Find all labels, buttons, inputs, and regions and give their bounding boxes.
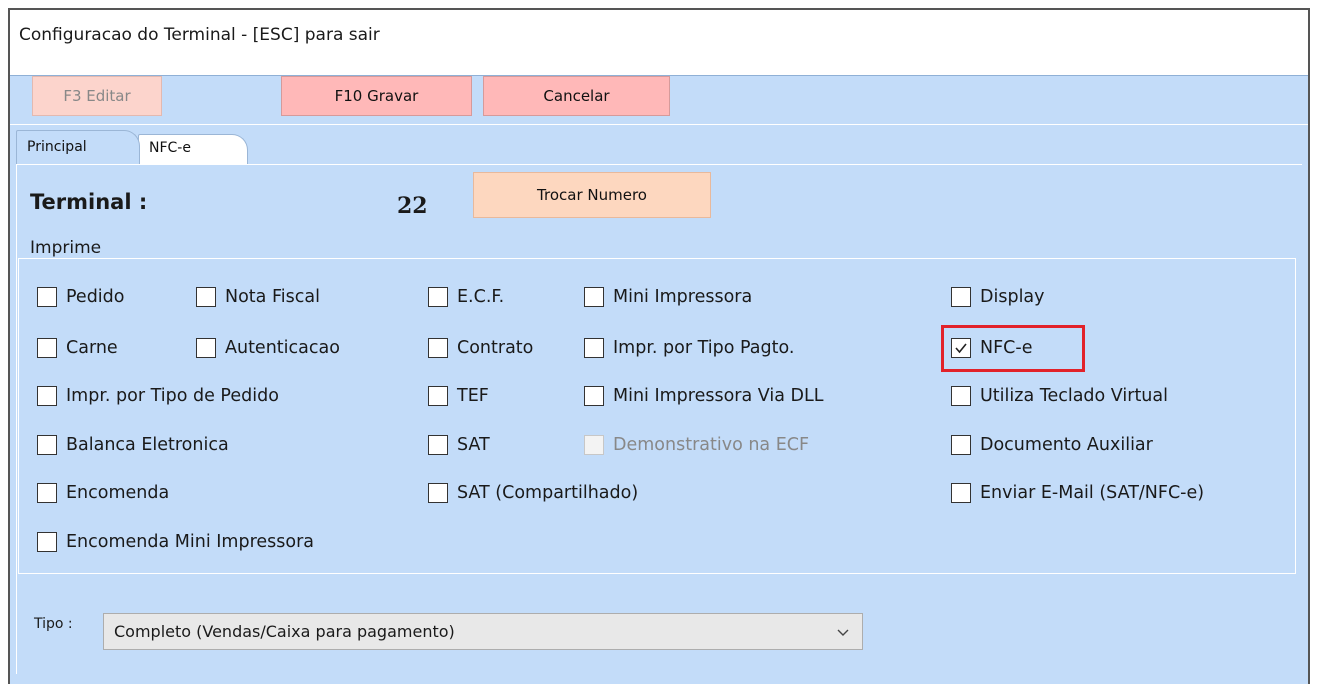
checkbox-box[interactable]	[37, 386, 57, 406]
checkbox-label: Display	[980, 287, 1045, 307]
checkbox-box[interactable]	[428, 287, 448, 307]
checkbox-label: Balanca Eletronica	[66, 435, 229, 455]
checkbox-label: Mini Impressora Via DLL	[613, 386, 824, 406]
checkbox-impr-por-tipo-de-pedido[interactable]: Impr. por Tipo de Pedido	[37, 386, 279, 406]
checkbox-encomenda-mini-impressora[interactable]: Encomenda Mini Impressora	[37, 532, 314, 552]
tab-principal[interactable]: Principal	[16, 130, 140, 164]
checkbox-label: Documento Auxiliar	[980, 435, 1153, 455]
checkbox-e-c-f[interactable]: E.C.F.	[428, 287, 504, 307]
checkbox-box[interactable]	[951, 287, 971, 307]
checkbox-box[interactable]	[584, 386, 604, 406]
checkbox-box[interactable]	[951, 435, 971, 455]
checkbox-label: Impr. por Tipo Pagto.	[613, 338, 795, 358]
checkbox-box[interactable]	[37, 483, 57, 503]
nfce-highlight-box	[941, 325, 1085, 372]
checkbox-box[interactable]	[951, 483, 971, 503]
checkbox-documento-auxiliar[interactable]: Documento Auxiliar	[951, 435, 1153, 455]
tab-nfce[interactable]: NFC-e	[138, 134, 248, 164]
checkbox-nota-fiscal[interactable]: Nota Fiscal	[196, 287, 320, 307]
checkbox-mini-impressora[interactable]: Mini Impressora	[584, 287, 752, 307]
imprime-label: Imprime	[30, 238, 102, 258]
terminal-number: 22	[397, 193, 428, 219]
checkbox-label: Mini Impressora	[613, 287, 753, 307]
terminal-label: Terminal :	[30, 190, 148, 214]
checkbox-label: Contrato	[457, 338, 534, 358]
checkbox-contrato[interactable]: Contrato	[428, 338, 533, 358]
checkbox-utiliza-teclado-virtual[interactable]: Utiliza Teclado Virtual	[951, 386, 1168, 406]
checkbox-sat[interactable]: SAT	[428, 435, 490, 455]
checkbox-mini-impressora-via-dll[interactable]: Mini Impressora Via DLL	[584, 386, 824, 406]
checkbox-encomenda[interactable]: Encomenda	[37, 483, 169, 503]
checkbox-label: SAT (Compartilhado)	[457, 483, 639, 503]
checkbox-box[interactable]	[428, 386, 448, 406]
tipo-select[interactable]: Completo (Vendas/Caixa para pagamento)	[103, 613, 863, 650]
checkbox-box[interactable]	[584, 287, 604, 307]
checkbox-box[interactable]	[584, 338, 604, 358]
checkbox-sat-compartilhado[interactable]: SAT (Compartilhado)	[428, 483, 638, 503]
checkbox-carne[interactable]: Carne	[37, 338, 118, 358]
tipo-selected-value: Completo (Vendas/Caixa para pagamento)	[114, 622, 455, 641]
checkbox-box[interactable]	[37, 287, 57, 307]
toolbar: F3 Editar F10 Gravar Cancelar	[10, 66, 1308, 125]
cancel-button[interactable]: Cancelar	[483, 76, 670, 116]
checkbox-label: Nota Fiscal	[225, 287, 320, 307]
checkbox-label: Encomenda	[66, 483, 170, 503]
checkbox-box[interactable]	[196, 338, 216, 358]
checkbox-demonstrativo-na-ecf: Demonstrativo na ECF	[584, 435, 809, 455]
checkbox-box[interactable]	[428, 483, 448, 503]
checkbox-label: Enviar E-Mail (SAT/NFC-e)	[980, 483, 1205, 503]
save-button[interactable]: F10 Gravar	[281, 76, 472, 116]
checkbox-box[interactable]	[196, 287, 216, 307]
checkbox-box[interactable]	[37, 435, 57, 455]
checkbox-label: Pedido	[66, 287, 125, 307]
change-number-button[interactable]: Trocar Numero	[473, 172, 711, 218]
chevron-down-icon	[836, 624, 850, 643]
checkbox-box[interactable]	[37, 338, 57, 358]
checkbox-box[interactable]	[428, 338, 448, 358]
checkbox-box	[584, 435, 604, 455]
checkbox-box[interactable]	[428, 435, 448, 455]
checkbox-label: SAT	[457, 435, 490, 455]
checkbox-label: Encomenda Mini Impressora	[66, 532, 315, 552]
checkbox-pedido[interactable]: Pedido	[37, 287, 124, 307]
checkbox-display[interactable]: Display	[951, 287, 1045, 307]
checkbox-label: Utiliza Teclado Virtual	[980, 386, 1168, 406]
checkbox-label: Impr. por Tipo de Pedido	[66, 386, 279, 406]
checkbox-box[interactable]	[37, 532, 57, 552]
checkbox-autenticacao[interactable]: Autenticacao	[196, 338, 340, 358]
checkbox-impr-por-tipo-pagto[interactable]: Impr. por Tipo Pagto.	[584, 338, 794, 358]
edit-button[interactable]: F3 Editar	[32, 76, 162, 116]
checkbox-tef[interactable]: TEF	[428, 386, 489, 406]
checkbox-label: Autenticacao	[225, 338, 340, 358]
checkbox-box[interactable]	[951, 386, 971, 406]
checkbox-label: Demonstrativo na ECF	[613, 435, 810, 455]
tipo-label: Tipo :	[34, 616, 73, 632]
checkbox-label: E.C.F.	[457, 287, 505, 307]
checkbox-enviar-e-mail-sat-nfc-e[interactable]: Enviar E-Mail (SAT/NFC-e)	[951, 483, 1204, 503]
checkbox-label: TEF	[457, 386, 489, 406]
checkbox-label: Carne	[66, 338, 118, 358]
window-title: Configuracao do Terminal - [ESC] para sa…	[19, 25, 380, 45]
checkbox-balanca-eletronica[interactable]: Balanca Eletronica	[37, 435, 229, 455]
